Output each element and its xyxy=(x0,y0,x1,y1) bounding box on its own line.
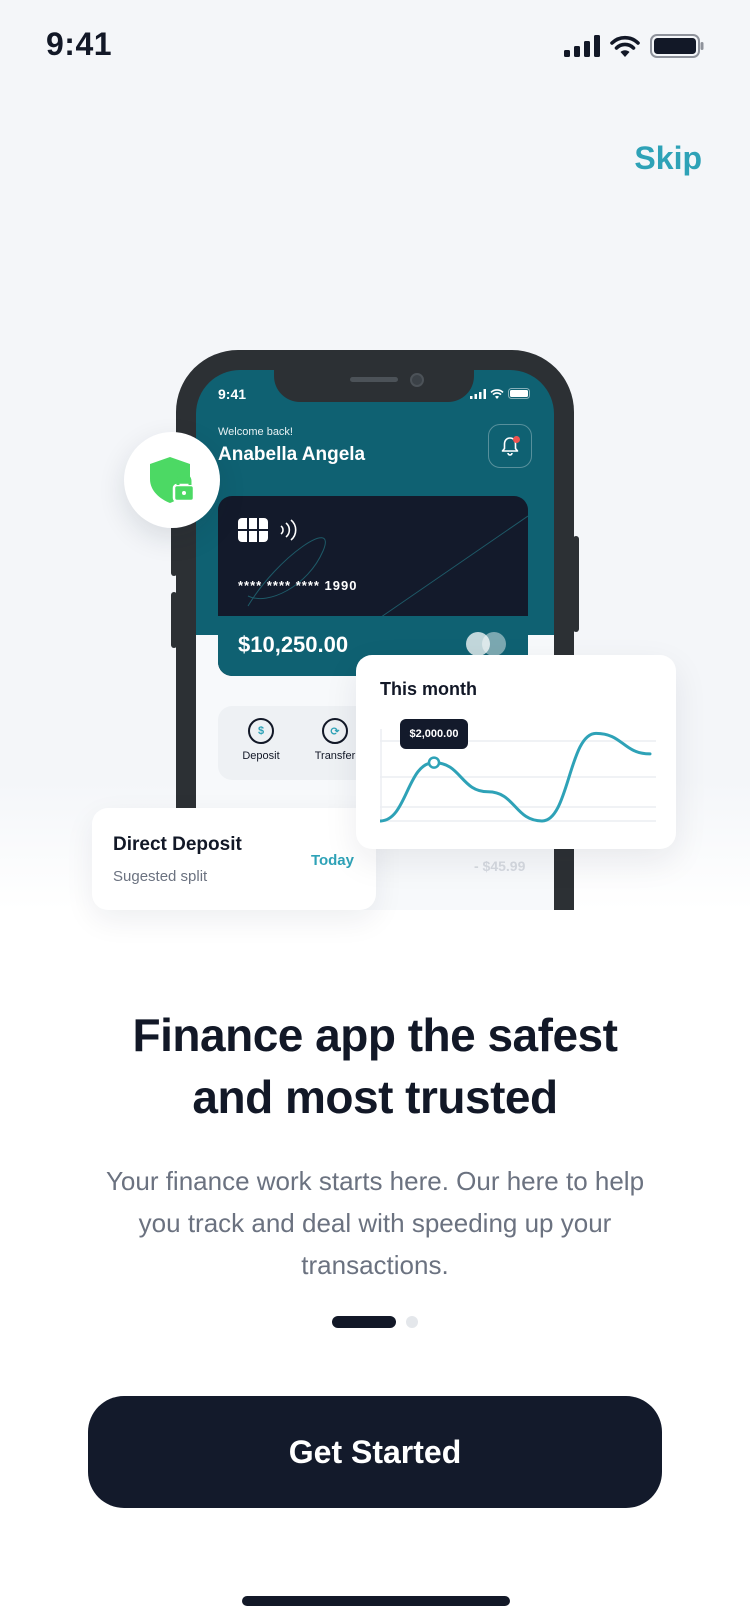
security-badge xyxy=(124,432,220,528)
monthly-chart-card: This month $2,000.00 xyxy=(356,655,676,849)
notifications-button xyxy=(488,424,532,468)
cellular-signal-icon xyxy=(470,388,486,399)
onboarding-description: Your finance work starts here. Our here … xyxy=(105,1166,645,1280)
faded-transaction-amount: - $45.99 xyxy=(474,858,526,874)
page-indicator-dot[interactable] xyxy=(406,1316,418,1328)
transfer-icon: ⟳ xyxy=(322,718,348,744)
status-time: 9:41 xyxy=(46,26,113,62)
home-indicator xyxy=(242,1596,510,1606)
deposit-subtitle: Sugested split xyxy=(113,868,208,885)
onboarding-headline: Finance app the safest and most trusted xyxy=(60,1004,690,1128)
action-label: Deposit xyxy=(242,750,280,762)
battery-icon xyxy=(508,388,530,399)
card-number: **** **** **** 1990 xyxy=(238,578,358,593)
action-deposit: $ Deposit xyxy=(226,718,296,762)
preview-status-time: 9:41 xyxy=(218,386,247,402)
user-name: Anabella Angela xyxy=(218,444,366,465)
deposit-date: Today xyxy=(310,852,354,869)
deposit-icon: $ xyxy=(248,718,274,744)
welcome-label: Welcome back! xyxy=(218,426,293,438)
deposit-title: Direct Deposit xyxy=(113,834,242,855)
page-indicator-active[interactable] xyxy=(332,1316,396,1328)
wifi-icon xyxy=(490,388,504,399)
notch-camera xyxy=(410,373,424,387)
headline-line: Finance app the safest xyxy=(132,1009,618,1061)
page-indicator xyxy=(332,1316,418,1328)
shield-lock-icon xyxy=(150,457,196,503)
skip-button[interactable]: Skip xyxy=(634,140,702,177)
get-started-button[interactable]: Get Started xyxy=(88,1396,662,1508)
status-icons xyxy=(564,34,704,58)
chart-title: This month xyxy=(380,679,477,699)
action-label: Transfer xyxy=(314,750,356,762)
card-balance: $10,250.00 xyxy=(238,632,349,657)
headline-line: and most trusted xyxy=(192,1071,558,1123)
phone-notch xyxy=(274,370,474,402)
cellular-signal-icon xyxy=(564,35,600,57)
contactless-icon xyxy=(280,519,297,541)
bank-card: **** **** **** 1990 $10,250.00 xyxy=(218,496,528,676)
notch-speaker xyxy=(350,377,398,382)
card-chip-icon xyxy=(238,518,268,542)
battery-icon xyxy=(650,34,704,58)
notification-dot xyxy=(513,436,520,443)
preview-status-icons xyxy=(470,388,532,399)
wifi-icon xyxy=(610,35,640,57)
card-network-logo-icon xyxy=(466,632,508,656)
direct-deposit-card: Direct Deposit Sugested split Today xyxy=(92,808,376,910)
chart-tooltip: $2,000.00 xyxy=(399,718,469,749)
chart-highlight-point xyxy=(427,756,441,769)
